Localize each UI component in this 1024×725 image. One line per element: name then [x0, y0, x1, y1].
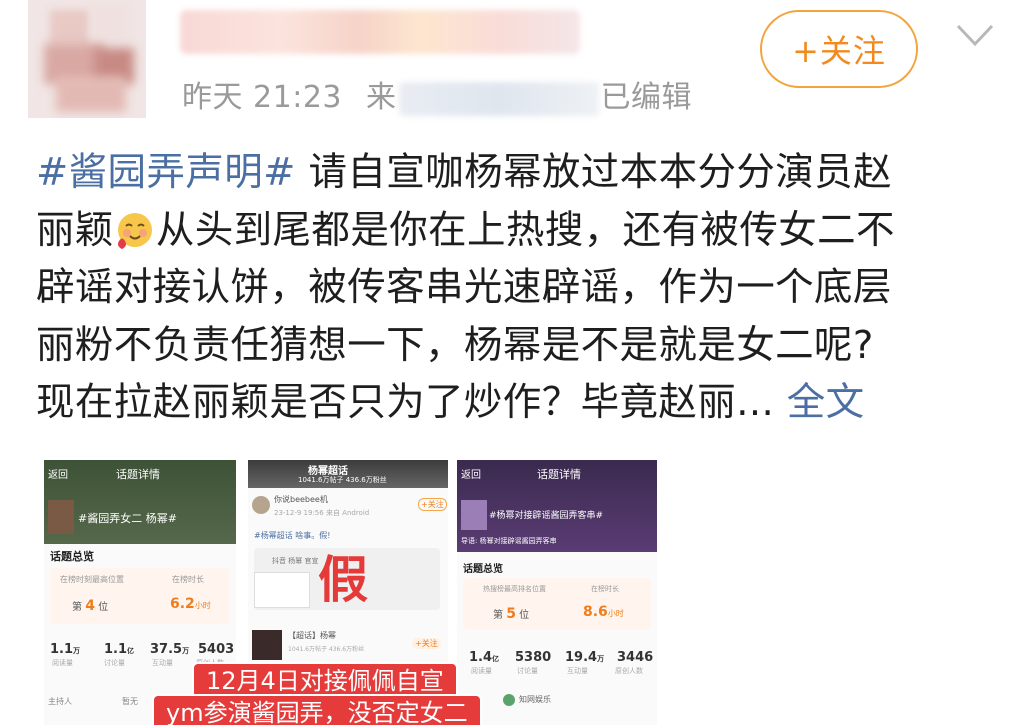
post-source-blurred [398, 81, 599, 116]
avatar[interactable] [28, 0, 146, 118]
img1-stat-unit: 万 [73, 647, 81, 655]
img1-topic-thumbnail [48, 500, 74, 534]
img2-user1: 你说beebee机 [274, 495, 328, 504]
post-source-prefix: 来 [366, 80, 397, 115]
post-line-1: 请自宣咖杨幂放过本本分分演员赵 [295, 150, 892, 195]
smiling-face-hearts-emoji-icon [117, 212, 152, 249]
img3-stat-value: 19.4 [565, 650, 598, 665]
username-blurred[interactable] [180, 10, 580, 54]
img2-follow: +关注 [418, 498, 447, 511]
img1-duration-unit: 小时 [194, 601, 211, 610]
post-text: #酱园弄声明# 请自宣咖杨幂放过本本分分演员赵 丽颖 从头到尾都是你在上热搜，还… [36, 144, 986, 432]
img1-duration: 6.2小时 [170, 596, 211, 612]
post-time: 昨天 21:23 [182, 80, 342, 115]
img3-duration-unit: 小时 [607, 609, 624, 618]
img3-section: 话题总览 [463, 564, 503, 575]
img3-stat-3: 19.4万 [565, 650, 604, 665]
img1-rank: 第 4 位 [72, 598, 108, 614]
post-line-2a: 丽颖 [36, 207, 114, 253]
post-image-3[interactable]: 返回 话题详情 #杨幂对接辟谣酱园弄客串# 导语: 杨幂对接辟谣酱园弄客串 话题… [457, 460, 657, 725]
post-line-4: 丽粉不负责任猜想一下，杨幂是不是就是女二呢? [36, 322, 874, 368]
img1-back: 返回 [48, 470, 68, 481]
chevron-down-icon[interactable] [955, 20, 995, 50]
img1-stat-value: 1.1 [50, 642, 74, 657]
img1-stat-unit: 亿 [127, 647, 135, 655]
img1-tag: #酱园弄女二 杨幂# [78, 512, 177, 525]
img1-stat-label: 阅读量 [52, 659, 73, 667]
post-line-5: 现在拉赵丽颖是否只为了炒作？毕竟赵丽... [36, 380, 775, 425]
img2-top-sub: 1041.6万帖子 436.6万粉丝 [298, 476, 387, 484]
img3-stat-unit: 亿 [492, 655, 500, 663]
img3-stat-1: 1.4亿 [469, 650, 499, 665]
img1-rank-label: 在榜时刻最高位置 [60, 575, 124, 584]
img1-rank-prefix: 第 [72, 602, 82, 613]
img1-stat-label: 互动量 [152, 659, 173, 667]
follow-button[interactable]: +关注 [760, 10, 918, 88]
img3-stat-unit: 万 [597, 655, 605, 663]
post-line-3: 辟谣对接认饼，被传客串光速辟谣，作为一个底层 [36, 265, 892, 310]
post-meta: 昨天 21:23 来 已编辑 [182, 72, 692, 116]
img3-rank-suffix: 位 [519, 610, 530, 621]
img3-duration: 8.6小时 [583, 604, 624, 620]
img2-screenshot-thumbnail [254, 572, 310, 608]
img1-footer: 主持人 [48, 697, 72, 706]
img2-user2: 【超话】杨幂 [288, 631, 336, 640]
img3-stat-label: 阅读量 [471, 667, 492, 675]
img1-stat-4: 5403 [198, 642, 235, 657]
img3-footer: 知网娱乐 [519, 695, 551, 704]
img2-join: +关注 [412, 638, 441, 649]
img3-rank-value: 5 [506, 606, 516, 622]
follow-button-label: +关注 [792, 32, 886, 70]
img1-title: 话题详情 [116, 468, 160, 481]
hashtag-link[interactable]: #酱园弄声明# [36, 150, 296, 195]
img3-stat-value: 1.4 [469, 650, 493, 665]
post-edited-label: 已编辑 [600, 80, 693, 115]
img3-topic-thumbnail [461, 500, 487, 530]
img1-stat-label: 讨论量 [104, 659, 125, 667]
img1-rank-suffix: 位 [98, 602, 109, 613]
img2-search-hint: 抖音 杨幂 官宣 [272, 557, 319, 565]
img2-user2-avatar [252, 630, 282, 660]
img3-stat-label: 讨论量 [517, 667, 538, 675]
image-caption-2: ym参演酱园弄，没否定女二 [152, 694, 482, 725]
img3-tag: #杨幂对接辟谣酱园弄客串# [489, 511, 604, 521]
img1-footer-value: 暂无 [122, 697, 138, 706]
img3-duration-label: 在榜时长 [591, 585, 619, 593]
img1-stat-unit: 万 [182, 647, 190, 655]
img3-stat-4: 3446 [617, 650, 654, 665]
img1-rank-value: 4 [85, 598, 95, 614]
img3-sub: 导语: 杨幂对接辟谣酱园弄客串 [461, 537, 557, 545]
img3-rank: 第 5 位 [493, 606, 529, 622]
img1-stat-value: 1.1 [104, 642, 128, 657]
img3-stat-2: 5380 [515, 650, 552, 665]
img3-rank-prefix: 第 [493, 610, 503, 621]
post-line-2b: 从头到尾都是你在上热搜，还有被传女二不 [155, 207, 895, 253]
img1-stat-2: 1.1亿 [104, 642, 134, 657]
img1-stat-3: 37.5万 [150, 642, 189, 657]
img2-post1: #杨幂超话 啥事。假! [254, 531, 331, 540]
img3-title: 话题详情 [537, 468, 581, 481]
img3-stat-label: 原创人数 [615, 667, 643, 675]
img2-user1-avatar [252, 496, 270, 514]
img2-user2-meta: 1041.6万帖子 436.6万粉丝 [288, 646, 365, 653]
img1-duration-label: 在榜时长 [172, 575, 204, 584]
img1-stat-1: 1.1万 [50, 642, 80, 657]
img1-duration-value: 6.2 [170, 596, 195, 612]
img3-rank-label: 热搜榜最高排名位置 [483, 585, 546, 593]
img3-stat-label: 互动量 [567, 667, 588, 675]
img2-fake-stamp: 假 [318, 551, 368, 609]
img3-duration-value: 8.6 [583, 604, 608, 620]
img1-section: 话题总览 [50, 550, 94, 563]
img1-stat-value: 37.5 [150, 642, 183, 657]
img3-footer-logo-icon [503, 694, 515, 706]
img2-user1-meta: 23-12-9 19:56 来自 Android [274, 509, 370, 517]
expand-full-text-link[interactable]: 全文 [787, 380, 865, 425]
img3-back: 返回 [461, 470, 481, 481]
